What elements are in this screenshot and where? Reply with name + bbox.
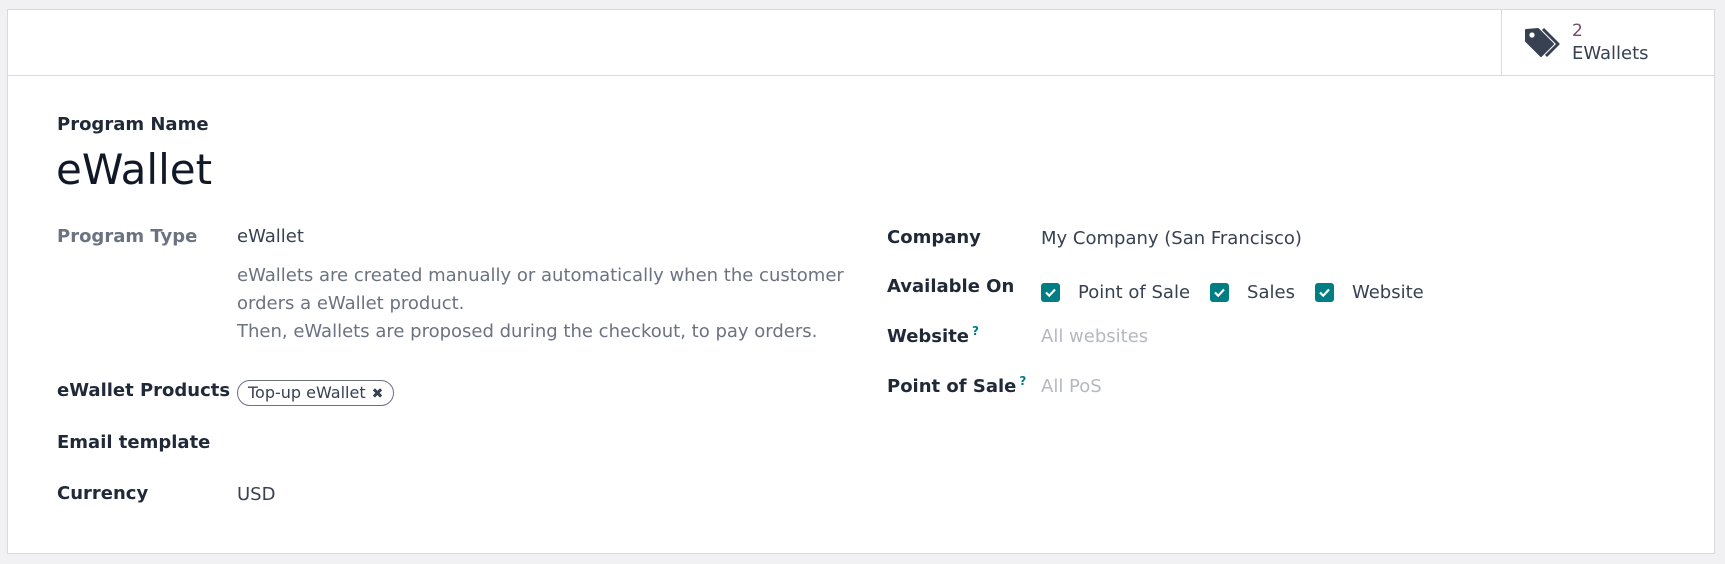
- form-sheet: 2 EWallets Program Name eWallet Program …: [7, 9, 1715, 554]
- product-tag-label: Top-up eWallet: [248, 383, 366, 402]
- stat-label: EWallets: [1572, 43, 1649, 64]
- point-of-sale-checkbox[interactable]: [1041, 282, 1060, 302]
- point-of-sale-field[interactable]: All PoS: [1041, 376, 1102, 397]
- ewallets-stat-button[interactable]: 2 EWallets: [1501, 10, 1714, 75]
- tags-icon: [1524, 26, 1564, 60]
- program-type-description: eWallets are created manually or automat…: [237, 262, 857, 346]
- available-on-checkboxes: Point of Sale Sales Website: [1041, 280, 1444, 304]
- program-type-label: Program Type: [57, 226, 198, 247]
- program-name-field[interactable]: eWallet: [56, 144, 212, 196]
- company-field[interactable]: My Company (San Francisco): [1041, 228, 1302, 249]
- description-line: eWallets are created manually or automat…: [237, 265, 844, 286]
- currency-field[interactable]: USD: [237, 484, 275, 505]
- point-of-sale-option-label[interactable]: Point of Sale: [1078, 282, 1190, 303]
- point-of-sale-label: Point of Sale?: [887, 374, 1026, 397]
- company-label: Company: [887, 227, 981, 248]
- sales-option-label[interactable]: Sales: [1247, 282, 1295, 303]
- button-box: 2 EWallets: [8, 10, 1714, 76]
- ewallet-products-label: eWallet Products: [57, 380, 231, 401]
- point-of-sale-label-text: Point of Sale: [887, 376, 1017, 397]
- available-on-label: Available On: [887, 276, 1015, 297]
- help-icon[interactable]: ?: [972, 324, 979, 338]
- sales-checkbox[interactable]: [1210, 282, 1230, 302]
- remove-tag-icon[interactable]: ✖: [372, 382, 384, 406]
- website-label: Website?: [887, 324, 979, 347]
- stat-value: 2: [1572, 21, 1583, 41]
- website-label-text: Website: [887, 326, 970, 347]
- website-checkbox[interactable]: [1314, 282, 1334, 302]
- currency-label: Currency: [57, 483, 149, 504]
- description-line: orders a eWallet product.: [237, 293, 465, 314]
- program-type-field[interactable]: eWallet: [237, 226, 304, 247]
- email-template-field[interactable]: [237, 432, 737, 456]
- help-icon[interactable]: ?: [1019, 374, 1026, 388]
- product-tag: Top-up eWallet ✖: [237, 380, 395, 406]
- program-name-label: Program Name: [57, 114, 209, 135]
- email-template-label: Email template: [57, 432, 211, 453]
- website-field[interactable]: All websites: [1041, 326, 1148, 347]
- website-option-label[interactable]: Website: [1352, 282, 1424, 303]
- description-line: Then, eWallets are proposed during the c…: [237, 321, 818, 342]
